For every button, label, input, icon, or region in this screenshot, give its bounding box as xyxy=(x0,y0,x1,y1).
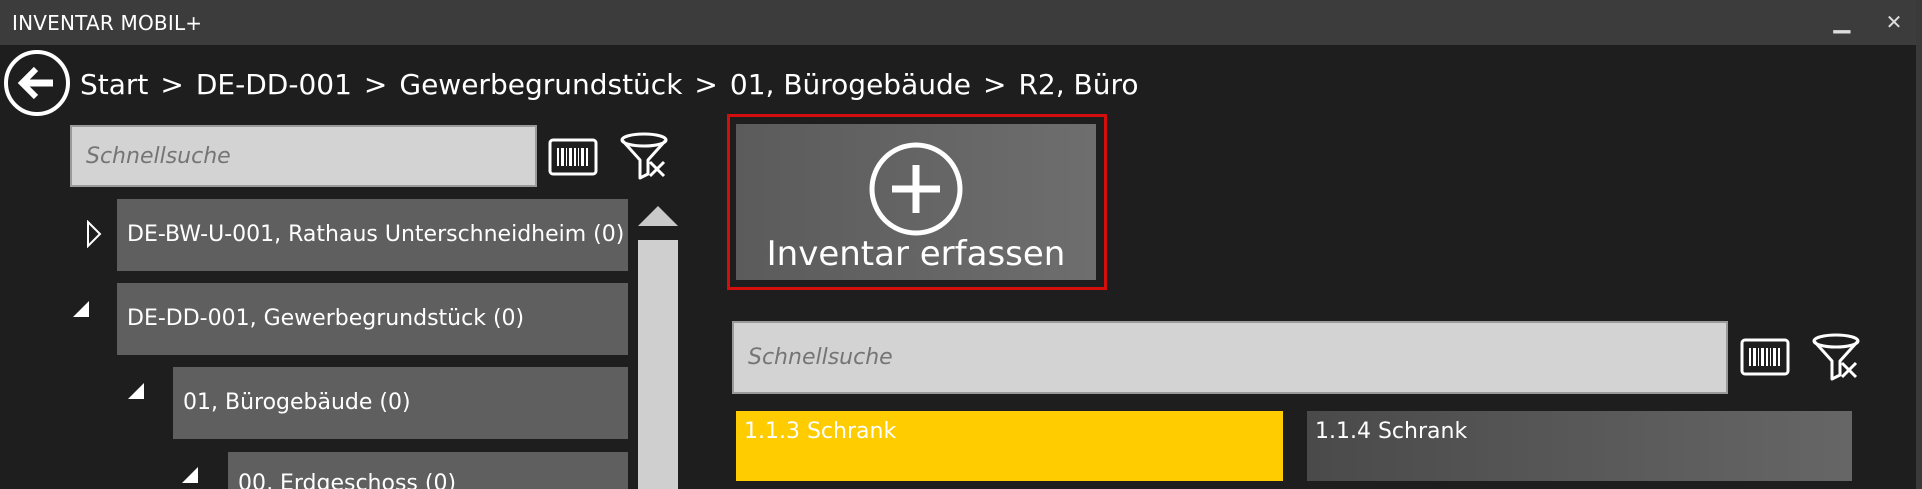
tree-node[interactable]: DE-BW-U-001, Rathaus Unterschneidheim (0… xyxy=(117,199,628,271)
minimize-button[interactable]: ▁ xyxy=(1828,8,1856,36)
tree-node[interactable]: DE-DD-001, Gewerbegrundstück (0) xyxy=(117,283,628,355)
scroll-up-arrow[interactable] xyxy=(638,206,678,226)
title-bar xyxy=(0,0,1922,45)
back-button[interactable] xyxy=(4,50,70,116)
app-title: INVENTAR MOBIL+ xyxy=(12,11,203,35)
inventory-item-tile[interactable]: 1.1.3 Schrank xyxy=(736,411,1283,481)
tree-search-input[interactable] xyxy=(70,125,537,187)
breadcrumb-separator: > xyxy=(160,68,184,101)
breadcrumb-separator: > xyxy=(694,68,718,101)
inventory-item-tile[interactable]: 1.1.4 Schrank xyxy=(1307,411,1852,481)
add-inventory-button[interactable]: Inventar erfassen xyxy=(736,124,1096,280)
filter-clear-icon[interactable] xyxy=(1810,331,1862,383)
item-search-input[interactable] xyxy=(732,321,1728,394)
plus-circle-icon xyxy=(869,142,963,236)
breadcrumb-room: R2, Büro xyxy=(1018,68,1139,101)
collapse-toggle-icon[interactable] xyxy=(181,466,199,484)
barcode-icon[interactable] xyxy=(548,138,598,176)
tree-node[interactable]: 00, Erdgeschoss (0) xyxy=(228,452,628,489)
breadcrumb-separator: > xyxy=(982,68,1007,101)
breadcrumb: Start > DE-DD-001 > Gewerbegrundstück >01, Bü… xyxy=(80,68,1139,101)
breadcrumb-separator: > xyxy=(363,68,388,101)
back-arrow-icon xyxy=(17,66,53,100)
window-edge xyxy=(1916,0,1922,489)
barcode-icon[interactable] xyxy=(1740,338,1790,376)
scrollbar-thumb[interactable] xyxy=(638,240,678,489)
filter-clear-icon[interactable] xyxy=(618,130,670,182)
expand-toggle-icon[interactable] xyxy=(86,220,102,248)
breadcrumb-start[interactable]: Start xyxy=(80,68,148,101)
breadcrumb-building[interactable]: 01, Bürogebäude xyxy=(730,68,971,101)
close-button[interactable]: ✕ xyxy=(1880,8,1908,36)
add-inventory-label: Inventar erfassen xyxy=(766,234,1066,274)
collapse-toggle-icon[interactable] xyxy=(127,382,145,400)
collapse-toggle-icon[interactable] xyxy=(72,300,90,318)
breadcrumb-plot[interactable]: Gewerbegrundstück xyxy=(399,68,682,101)
tree-node[interactable]: 01, Bürogebäude (0) xyxy=(173,367,628,439)
breadcrumb-property[interactable]: DE-DD-001 xyxy=(196,68,352,101)
